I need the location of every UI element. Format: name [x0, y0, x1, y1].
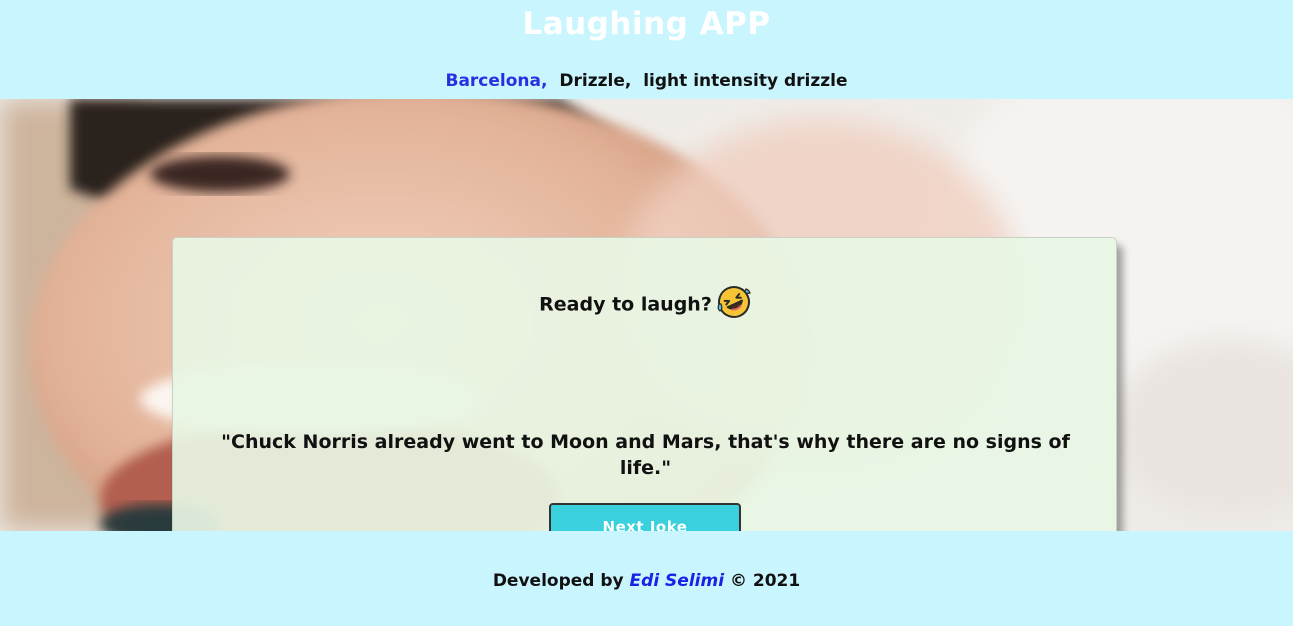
weather-condition: Drizzle, [559, 71, 632, 91]
footer-text: Developed by Edi Selimi © 2021 [0, 571, 1293, 591]
app-header: Laughing APP Barcelona, Drizzle, light i… [0, 0, 1293, 99]
weather-city: Barcelona, [445, 71, 548, 91]
card-heading-text: Ready to laugh? [539, 293, 712, 316]
weather-description: light intensity drizzle [643, 71, 848, 91]
next-joke-button[interactable]: Next Joke [549, 503, 741, 531]
laughing-emoji-icon [716, 284, 752, 320]
footer: Developed by Edi Selimi © 2021 [0, 531, 1293, 626]
footer-prefix: Developed by [492, 571, 624, 591]
app-title: Laughing APP [522, 6, 771, 42]
joke-card: Ready to laugh? "Chuck Norris already we… [172, 237, 1117, 531]
card-heading: Ready to laugh? [173, 284, 1118, 323]
weather-info: Barcelona, Drizzle, light intensity driz… [0, 71, 1293, 91]
author-link[interactable]: Edi Selimi [630, 571, 725, 591]
copyright-text: © 2021 [729, 571, 801, 591]
hero-section: Ready to laugh? "Chuck Norris already we… [0, 99, 1293, 531]
joke-text: "Chuck Norris already went to Moon and M… [221, 431, 1070, 479]
